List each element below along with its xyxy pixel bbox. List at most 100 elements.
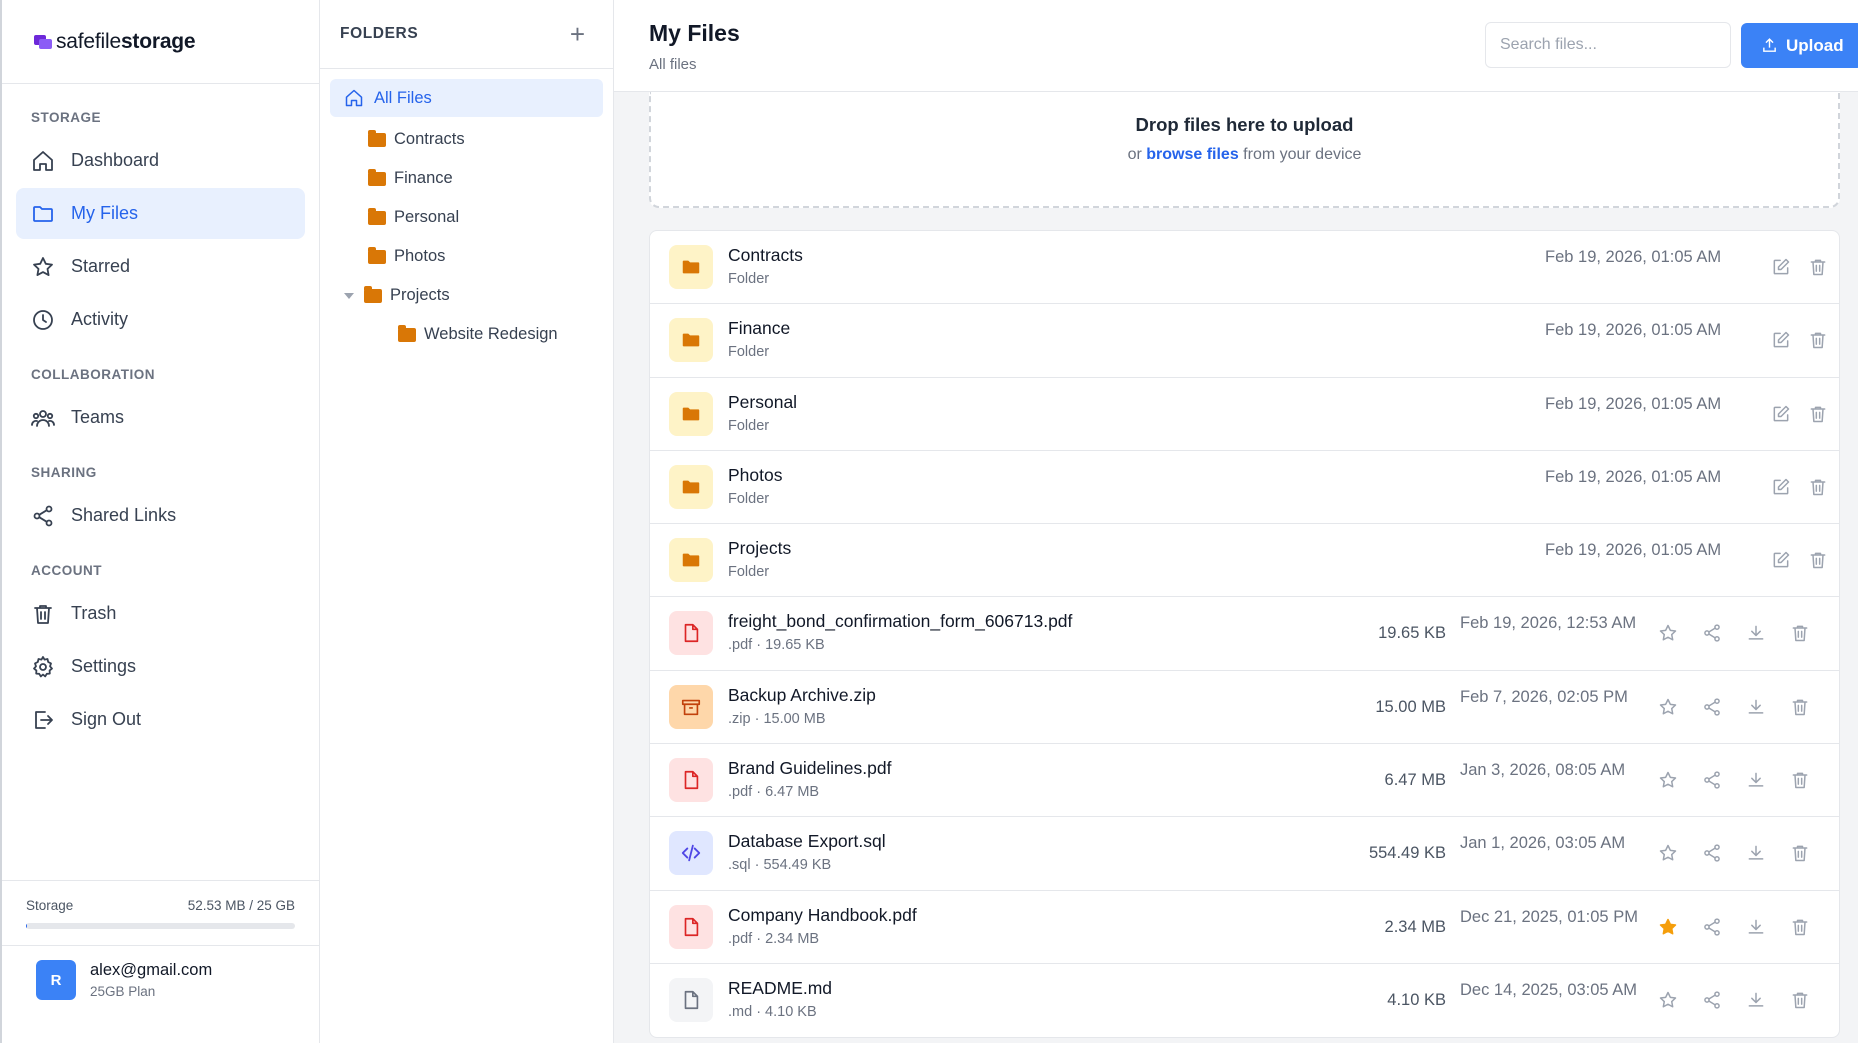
rename-button[interactable]: [1771, 550, 1791, 570]
storage-bar-fill: [26, 923, 27, 929]
delete-button[interactable]: [1790, 990, 1810, 1010]
star-icon: [33, 256, 53, 276]
rename-button[interactable]: [1771, 330, 1791, 350]
star-button[interactable]: [1658, 623, 1678, 643]
sidebar-item-starred[interactable]: Starred: [16, 241, 305, 292]
trash-icon: [1792, 699, 1808, 716]
download-button[interactable]: [1746, 697, 1766, 717]
trash-icon: [1792, 845, 1808, 862]
file-row[interactable]: Company Handbook.pdf .pdf · 2.34 MB 2.34 M…: [650, 891, 1839, 964]
delete-button[interactable]: [1790, 623, 1810, 643]
folder-row[interactable]: Finance Folder Feb 19, 2026, 01:05 AM: [650, 304, 1839, 378]
share-button[interactable]: [1702, 697, 1722, 717]
chevron-down-icon[interactable]: [344, 292, 354, 299]
tree-item-personal[interactable]: Personal: [330, 198, 603, 237]
delete-button[interactable]: [1790, 697, 1810, 717]
file-row[interactable]: Backup Archive.zip .zip · 15.00 MB 15.00 M…: [650, 671, 1839, 745]
file-size: 15.00 MB: [1375, 697, 1446, 716]
file-row[interactable]: README.md .md · 4.10 KB 4.10 KB Dec 14, 202…: [650, 964, 1839, 1037]
file-type-icon: [669, 318, 713, 363]
download-button[interactable]: [1746, 770, 1766, 790]
delete-button[interactable]: [1790, 917, 1810, 937]
star-button[interactable]: [1658, 917, 1678, 937]
star-button[interactable]: [1658, 990, 1678, 1010]
tree-item-website-redesign[interactable]: Website Redesign: [330, 315, 603, 354]
file-size: 554.49 KB: [1368, 844, 1446, 863]
rename-button[interactable]: [1771, 257, 1791, 277]
add-folder-button[interactable]: +: [570, 21, 585, 47]
tree-item-projects[interactable]: Projects: [330, 276, 603, 315]
file-name[interactable]: Brand Guidelines.pdf: [728, 758, 891, 779]
rename-button[interactable]: [1771, 477, 1791, 497]
file-row[interactable]: freight_bond_confirmation_form_606713.pd…: [650, 597, 1839, 671]
folder-row[interactable]: Personal Folder Feb 19, 2026, 01:05 AM: [650, 378, 1839, 451]
drop-zone[interactable]: Drop files here to upload or browse file…: [649, 92, 1840, 208]
file-type-icon: [669, 611, 713, 656]
tree-item-all-files[interactable]: All Files: [330, 79, 603, 117]
share-icon: [1704, 624, 1720, 643]
delete-button[interactable]: [1790, 843, 1810, 863]
sidebar-item-sign-out[interactable]: Sign Out: [16, 694, 305, 745]
file-name[interactable]: Company Handbook.pdf: [728, 905, 917, 926]
tree-item-label: Projects: [390, 286, 450, 304]
folder-row[interactable]: Contracts Folder Feb 19, 2026, 01:05 AM: [650, 231, 1839, 305]
share-button[interactable]: [1702, 770, 1722, 790]
download-button[interactable]: [1746, 843, 1766, 863]
sidebar-item-my-files[interactable]: My Files: [16, 188, 305, 239]
share-button[interactable]: [1702, 990, 1722, 1010]
folder-row[interactable]: Projects Folder Feb 19, 2026, 01:05 AM: [650, 524, 1839, 598]
file-type-icon: [669, 684, 713, 729]
file-type-icon: [669, 391, 713, 436]
upload-button[interactable]: Upload: [1741, 23, 1858, 68]
share-button[interactable]: [1702, 623, 1722, 643]
file-name[interactable]: Personal: [728, 392, 797, 413]
file-name[interactable]: Photos: [728, 465, 782, 486]
file-name[interactable]: README.md: [728, 978, 832, 999]
sidebar-item-activity[interactable]: Activity: [16, 294, 305, 345]
file-meta: .pdf · 6.47 MB: [728, 784, 820, 801]
folder-icon: [682, 480, 700, 494]
delete-button[interactable]: [1808, 404, 1828, 424]
tree-item-finance[interactable]: Finance: [330, 159, 603, 198]
file-name[interactable]: Contracts: [728, 245, 803, 266]
download-button[interactable]: [1746, 917, 1766, 937]
rename-button[interactable]: [1771, 404, 1791, 424]
browse-files-link[interactable]: browse files: [1146, 146, 1238, 163]
file-row[interactable]: Brand Guidelines.pdf .pdf · 6.47 MB 6.47 M…: [650, 744, 1839, 818]
tree-item-label: Website Redesign: [424, 325, 558, 343]
tree-item-contracts[interactable]: Contracts: [330, 120, 603, 159]
delete-button[interactable]: [1808, 257, 1828, 277]
share-icon: [1704, 771, 1720, 789]
file-name[interactable]: Finance: [728, 318, 790, 339]
folder-icon: [368, 246, 386, 264]
download-button[interactable]: [1746, 990, 1766, 1010]
share-button[interactable]: [1702, 917, 1722, 937]
delete-button[interactable]: [1808, 330, 1828, 350]
file-name[interactable]: Projects: [728, 538, 791, 559]
file-row[interactable]: Database Export.sql .sql · 554.49 KB 554.4…: [650, 817, 1839, 891]
delete-button[interactable]: [1808, 550, 1828, 570]
star-button[interactable]: [1658, 843, 1678, 863]
share-button[interactable]: [1702, 843, 1722, 863]
sidebar-item-teams[interactable]: Teams: [16, 392, 305, 443]
sidebar-item-dashboard[interactable]: Dashboard: [16, 135, 305, 186]
file-name[interactable]: Database Export.sql: [728, 831, 886, 852]
sidebar-item-settings[interactable]: Settings: [16, 641, 305, 692]
sidebar-item-shared-links[interactable]: Shared Links: [16, 490, 305, 541]
star-button[interactable]: [1658, 697, 1678, 717]
search-input[interactable]: [1485, 22, 1731, 68]
file-name[interactable]: freight_bond_confirmation_form_606713.pd…: [728, 611, 1072, 632]
trash-icon: [1810, 406, 1826, 422]
tree-item-photos[interactable]: Photos: [330, 237, 603, 276]
delete-button[interactable]: [1808, 477, 1828, 497]
folder-row[interactable]: Photos Folder Feb 19, 2026, 01:05 AM: [650, 451, 1839, 525]
file-name[interactable]: Backup Archive.zip: [728, 685, 876, 706]
star-button[interactable]: [1658, 770, 1678, 790]
logo[interactable]: safefilestorage: [2, 0, 319, 84]
delete-button[interactable]: [1790, 770, 1810, 790]
clock-icon: [33, 309, 53, 330]
trash-icon: [1792, 992, 1808, 1009]
download-button[interactable]: [1746, 623, 1766, 643]
user-profile[interactable]: R alex@gmail.com 25GB Plan: [2, 960, 319, 1000]
sidebar-item-trash[interactable]: Trash: [16, 588, 305, 639]
